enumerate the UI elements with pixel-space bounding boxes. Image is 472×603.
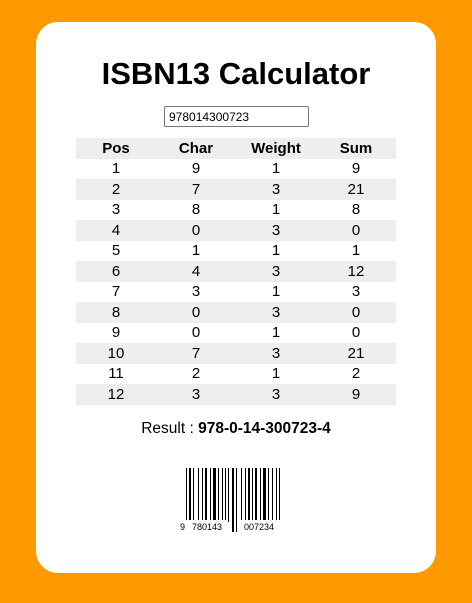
barcode-left-digits: 780143 [192, 522, 222, 532]
barcode-bar [272, 468, 273, 522]
cell-weight: 1 [271, 242, 281, 260]
cell-weight: 1 [271, 365, 281, 383]
barcode-bar [276, 468, 277, 522]
table-header-row: Pos Char Weight Sum [76, 138, 396, 159]
barcode-image: 9 780143 007234 [180, 468, 280, 532]
cell-weight: 1 [271, 201, 281, 219]
cell-char: 7 [191, 344, 201, 362]
cell-pos: 12 [107, 385, 125, 403]
cell-weight: 3 [271, 385, 281, 403]
barcode-bar [210, 468, 211, 522]
cell-sum: 9 [351, 385, 361, 403]
barcode-bar [193, 468, 194, 522]
table-row: 1 9 1 9 [76, 159, 396, 180]
barcode-bar [241, 468, 242, 522]
table-row: 7 3 1 3 [76, 282, 396, 303]
cell-weight: 3 [271, 344, 281, 362]
cell-weight: 1 [271, 160, 281, 178]
cell-char: 3 [191, 385, 201, 403]
header-char: Char [178, 139, 214, 157]
barcode-bar [260, 468, 261, 522]
cell-weight: 3 [271, 262, 281, 280]
cell-char: 1 [191, 242, 201, 260]
table-row: 4 0 3 0 [76, 220, 396, 241]
barcode-bar [205, 468, 207, 522]
result-line: Result : 978-0-14-300723-4 [36, 420, 436, 438]
barcode-bar [228, 468, 229, 522]
cell-weight: 3 [271, 303, 281, 321]
cell-char: 7 [191, 180, 201, 198]
page-title: ISBN13 Calculator [101, 56, 371, 91]
cell-char: 9 [191, 160, 201, 178]
cell-sum: 21 [347, 344, 365, 362]
cell-char: 2 [191, 365, 201, 383]
barcode-bar [268, 468, 269, 522]
cell-pos: 8 [111, 303, 121, 321]
barcode-bar [225, 468, 226, 522]
table-row: 8 0 3 0 [76, 302, 396, 323]
barcode-bar [236, 468, 237, 532]
cell-pos: 9 [111, 324, 121, 342]
result-value: 978-0-14-300723-4 [198, 420, 331, 437]
cell-sum: 12 [347, 262, 365, 280]
cell-char: 0 [191, 303, 201, 321]
isbn-input[interactable] [164, 106, 309, 127]
barcode-bar [222, 468, 223, 522]
table-body: 1 9 1 9 2 7 3 21 3 8 1 8 4 0 3 0 5 1 1 1… [76, 159, 396, 405]
table-row: 12 3 3 9 [76, 384, 396, 405]
barcode-bar [218, 468, 219, 522]
cell-pos: 2 [111, 180, 121, 198]
cell-sum: 9 [351, 160, 361, 178]
cell-weight: 1 [271, 324, 281, 342]
cell-sum: 0 [351, 324, 361, 342]
cell-pos: 11 [108, 365, 124, 383]
cell-sum: 0 [351, 221, 361, 239]
cell-weight: 3 [271, 221, 281, 239]
barcode-bar [255, 468, 257, 522]
header-weight: Weight [251, 139, 301, 157]
cell-pos: 10 [107, 344, 125, 362]
cell-weight: 1 [271, 283, 281, 301]
cell-char: 4 [191, 262, 201, 280]
barcode-bar [252, 468, 253, 522]
cell-sum: 21 [347, 180, 365, 198]
table-row: 5 1 1 1 [76, 241, 396, 262]
barcode-bar [263, 468, 266, 522]
barcode-bar [202, 468, 203, 522]
cell-sum: 0 [351, 303, 361, 321]
checksum-table: Pos Char Weight Sum 1 9 1 9 2 7 3 21 3 8 [76, 138, 396, 405]
cell-pos: 5 [111, 242, 121, 260]
cell-char: 8 [191, 201, 201, 219]
cell-sum: 3 [351, 283, 361, 301]
cell-char: 3 [191, 283, 201, 301]
cell-char: 0 [191, 221, 201, 239]
table-row: 6 4 3 12 [76, 261, 396, 282]
barcode-right-digits: 007234 [244, 522, 274, 532]
table-row: 11 2 1 2 [76, 364, 396, 385]
table-row: 9 0 1 0 [76, 323, 396, 344]
cell-pos: 3 [111, 201, 121, 219]
cell-sum: 8 [351, 201, 361, 219]
header-sum: Sum [339, 139, 373, 157]
cell-pos: 6 [111, 262, 121, 280]
barcode-bar [232, 468, 234, 532]
table-row: 10 7 3 21 [76, 343, 396, 364]
cell-pos: 4 [111, 221, 121, 239]
cell-pos: 1 [111, 160, 121, 178]
barcode-bar [213, 468, 216, 522]
cell-sum: 1 [351, 242, 361, 260]
cell-sum: 2 [351, 365, 361, 383]
barcode-bar [245, 468, 246, 522]
cell-weight: 3 [271, 180, 281, 198]
barcode-lead-digit: 9 [180, 522, 185, 532]
header-pos: Pos [102, 139, 130, 157]
barcode-bar [198, 468, 199, 522]
barcode-bar [248, 468, 250, 522]
table-row: 3 8 1 8 [76, 200, 396, 221]
cell-pos: 7 [111, 283, 121, 301]
calculator-card: ISBN13 Calculator Pos Char Weight Sum 1 … [36, 22, 436, 573]
table-row: 2 7 3 21 [76, 179, 396, 200]
cell-char: 0 [191, 324, 201, 342]
result-label: Result : [141, 420, 194, 437]
